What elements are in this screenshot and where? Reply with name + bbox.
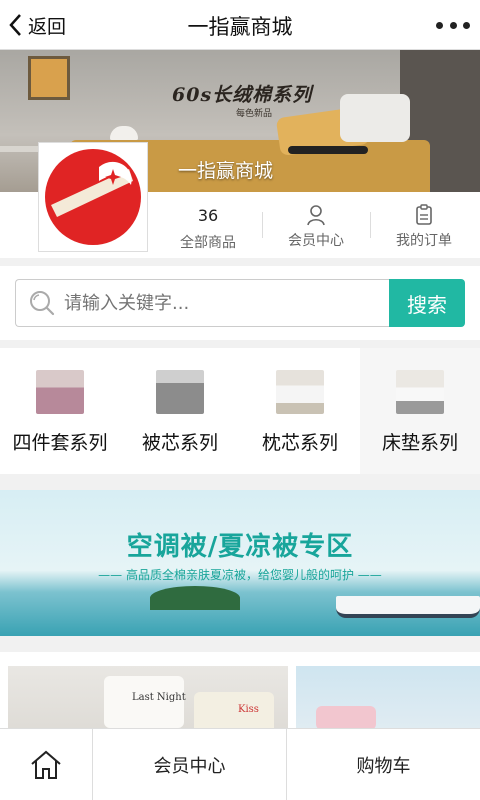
promo-title: 空调被/夏凉被专区 xyxy=(126,532,354,562)
search-field[interactable] xyxy=(15,279,389,327)
category-label: 枕芯系列 xyxy=(261,432,338,454)
pillow-print-text: Last Night xyxy=(132,692,186,703)
banner-subline: 每色新品 xyxy=(236,109,273,119)
my-orders-label: 我的订单 xyxy=(396,233,452,249)
search-button[interactable]: 搜索 xyxy=(389,279,465,327)
category-pillow[interactable]: 枕芯系列 xyxy=(240,348,360,474)
boat-image xyxy=(336,596,480,618)
clipboard-icon xyxy=(416,204,432,225)
category-bedding-set[interactable]: 四件套系列 xyxy=(0,348,120,474)
tab-cart[interactable]: 购物车 xyxy=(286,729,480,800)
store-name: 一指赢商城 xyxy=(178,160,274,182)
search-input[interactable] xyxy=(64,292,364,314)
summer-quilt-promo-banner[interactable]: 空调被/夏凉被专区 —— 高品质全棉亲肤夏凉被，给您婴儿般的呵护 —— xyxy=(0,490,480,636)
bottom-tab-bar: 会员中心 购物车 xyxy=(0,728,480,800)
category-label: 被芯系列 xyxy=(141,432,218,454)
tab-home[interactable] xyxy=(0,729,92,800)
category-mattress[interactable]: 床垫系列 xyxy=(360,348,480,474)
tab-member-center[interactable]: 会员中心 xyxy=(92,729,286,800)
products-count: 36 xyxy=(197,206,219,225)
promo-subtitle: —— 高品质全棉亲肤夏凉被，给您婴儿般的呵护 —— xyxy=(98,568,382,582)
home-icon xyxy=(31,750,61,779)
mattress-thumb xyxy=(396,370,444,414)
all-products-label: 全部商品 xyxy=(180,235,236,251)
all-products-stat[interactable]: 36 全部商品 xyxy=(154,192,262,258)
pillow-thumb xyxy=(276,370,324,414)
member-center-stat[interactable]: 会员中心 xyxy=(262,192,370,258)
search-bar: 搜索 xyxy=(0,266,480,340)
store-page: 返回 一指赢商城 60s长绒棉系列 每色新品 一指赢商城 36 全部商品 会员中… xyxy=(0,0,480,800)
banner-headline: 60s长绒棉系列 xyxy=(172,84,313,106)
category-duvet[interactable]: 被芯系列 xyxy=(120,348,240,474)
more-options-button[interactable] xyxy=(436,14,470,36)
my-orders-stat[interactable]: 我的订单 xyxy=(370,192,478,258)
member-center-label: 会员中心 xyxy=(288,233,344,249)
pillow-print-text: Kiss xyxy=(238,704,259,715)
category-grid: 四件套系列 被芯系列 枕芯系列 床垫系列 xyxy=(0,348,480,474)
island-image xyxy=(150,586,240,610)
user-icon xyxy=(307,205,325,226)
more-dot-icon xyxy=(436,21,443,29)
category-label: 床垫系列 xyxy=(381,432,458,454)
more-dot-icon xyxy=(449,21,457,29)
category-label: 四件套系列 xyxy=(12,432,108,454)
top-nav-bar: 返回 一指赢商城 xyxy=(0,0,480,50)
page-title: 一指赢商城 xyxy=(187,15,293,39)
duvet-thumb xyxy=(156,370,204,414)
wall-art-image xyxy=(28,56,70,100)
bedding-set-thumb xyxy=(36,370,84,414)
more-dot-icon xyxy=(463,21,470,29)
store-logo-icon xyxy=(45,149,141,245)
store-logo xyxy=(38,142,148,252)
search-icon xyxy=(30,291,55,316)
lamp-image xyxy=(110,126,138,140)
